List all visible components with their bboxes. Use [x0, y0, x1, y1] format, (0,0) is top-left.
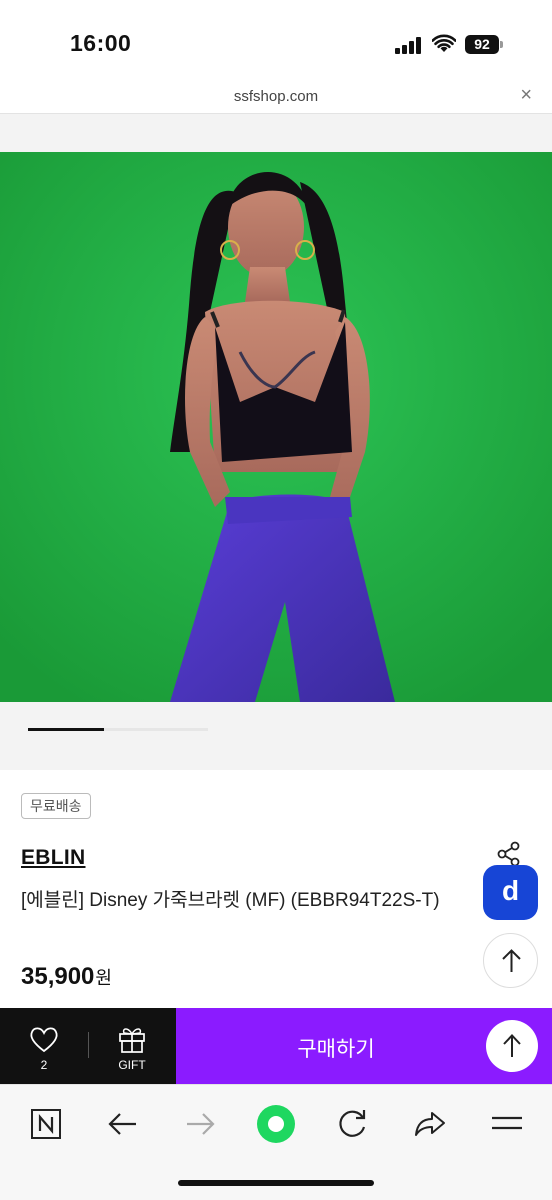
price-unit: 원 [95, 968, 112, 988]
d-app-button[interactable]: d [483, 865, 538, 920]
arrow-up-icon [502, 949, 521, 972]
gallery-slider-active [28, 728, 104, 731]
share-arrow-icon [415, 1112, 445, 1136]
purchase-bar-actions: 2 GIFT [0, 1008, 176, 1084]
share-icon[interactable] [496, 841, 522, 867]
forward-button[interactable] [180, 1103, 220, 1143]
battery-nub [500, 41, 503, 48]
gallery-indicator-band [0, 702, 552, 770]
buy-button[interactable]: 구매하기 [176, 1008, 552, 1084]
product-photo [0, 152, 552, 702]
home-button[interactable] [256, 1103, 296, 1143]
buy-label: 구매하기 [297, 1038, 375, 1061]
home-icon [257, 1105, 295, 1143]
share-button[interactable] [410, 1103, 450, 1143]
scroll-top-button[interactable] [483, 933, 538, 988]
product-title: [에블린] Disney 가죽브라렛 (MF) (EBBR94T22S-T) [21, 890, 440, 911]
home-indicator[interactable] [178, 1180, 374, 1186]
menu-icon [492, 1116, 522, 1130]
price-value: 35,900 [21, 963, 95, 990]
free-shipping-badge: 무료배송 [21, 793, 91, 819]
back-icon [108, 1113, 136, 1135]
gift-label: GIFT [118, 1058, 146, 1072]
arrow-up-icon [503, 1034, 521, 1057]
brand-link[interactable]: EBLIN [21, 846, 86, 870]
gift-icon [119, 1028, 145, 1053]
like-button[interactable]: 2 [22, 1024, 66, 1076]
gift-button[interactable]: GIFT [108, 1024, 156, 1076]
status-bar: 16:00 92 [0, 0, 552, 80]
purchase-bar-divider [88, 1032, 89, 1058]
wifi-icon [432, 34, 456, 52]
url-text[interactable]: ssfshop.com [0, 88, 552, 105]
reload-icon [339, 1110, 366, 1137]
product-image[interactable] [0, 152, 552, 702]
menu-button[interactable] [487, 1103, 527, 1143]
url-bar[interactable]: ssfshop.com × [0, 80, 552, 114]
purchase-bar: 2 GIFT 구매하기 [0, 1008, 552, 1084]
signal-icon [395, 36, 425, 54]
forward-icon [187, 1113, 215, 1135]
heart-icon [30, 1027, 58, 1053]
back-button[interactable] [103, 1103, 143, 1143]
purchase-scroll-top-button[interactable] [486, 1020, 538, 1072]
battery-icon: 92 [465, 35, 499, 54]
close-icon[interactable]: × [520, 84, 532, 107]
reload-button[interactable] [332, 1103, 372, 1143]
status-time: 16:00 [70, 30, 132, 56]
like-count: 2 [40, 1058, 48, 1072]
n-icon [31, 1109, 61, 1139]
n-button[interactable] [26, 1103, 66, 1143]
product-price: 35,900원 [21, 963, 112, 991]
header-spacer [0, 114, 552, 152]
